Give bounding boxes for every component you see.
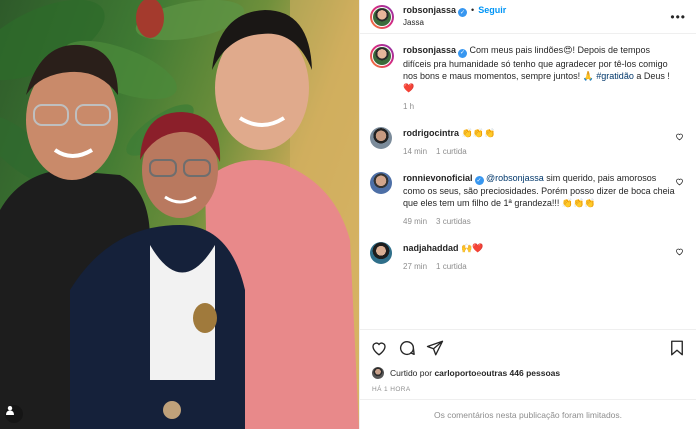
caption: robsonjassa ✓ Com meus pais lindões😍! Dep…: [370, 44, 686, 113]
verified-icon: ✓: [474, 176, 484, 185]
comment-time[interactable]: 49 min: [403, 217, 427, 226]
post-dialog: robsonjassa ✓ • Seguir Jassa ••• robsonjass…: [0, 0, 696, 429]
verified-icon: ✓: [458, 8, 468, 18]
liked-by-user[interactable]: carloporto: [434, 368, 476, 378]
post-time[interactable]: HÁ 1 HORA: [360, 381, 696, 399]
commenter-avatar[interactable]: [370, 126, 392, 149]
commenter-username[interactable]: nadjahaddad: [403, 243, 459, 253]
paper-plane-icon[interactable]: [426, 339, 444, 357]
comment-item: rodrigocintra 👏👏👏 14 min 1 curtida: [370, 126, 686, 158]
comment-text: rodrigocintra 👏👏👏: [403, 127, 675, 139]
heart-icon[interactable]: [370, 339, 388, 357]
comment-item: nadjahaddad 🙌❤️ 27 min 1 curtida: [370, 242, 686, 273]
hashtag-link[interactable]: #gratidão: [596, 71, 634, 81]
caption-meta: 1 h: [403, 101, 675, 113]
comments-limited-notice: Os comentários nesta publicação foram li…: [360, 399, 696, 429]
heart-icon[interactable]: [675, 132, 684, 141]
heart-icon[interactable]: [675, 247, 684, 256]
comment-meta: 27 min 1 curtida: [403, 261, 675, 273]
post-header: robsonjassa ✓ • Seguir Jassa •••: [360, 0, 696, 34]
comment-icon[interactable]: [398, 339, 416, 357]
bookmark-icon[interactable]: [668, 339, 686, 357]
comment-time[interactable]: 14 min: [403, 147, 427, 156]
caption-username[interactable]: robsonjassa: [403, 45, 456, 55]
photo-illustration: [0, 0, 359, 429]
post-photo[interactable]: [0, 0, 359, 429]
person-tag-icon[interactable]: [5, 405, 23, 423]
commenter-avatar[interactable]: [370, 242, 392, 264]
more-options-icon[interactable]: •••: [670, 10, 686, 24]
comment-time[interactable]: 27 min: [403, 262, 427, 271]
comment-meta: 49 min 3 curtidas: [403, 216, 675, 228]
author-avatar[interactable]: [370, 4, 394, 29]
author-username[interactable]: robsonjassa: [403, 5, 456, 15]
liker-avatar[interactable]: [372, 367, 384, 379]
caption-time[interactable]: 1 h: [403, 102, 414, 111]
comment-text: nadjahaddad 🙌❤️: [403, 242, 675, 254]
verified-icon: ✓: [458, 48, 468, 58]
author-info: robsonjassa ✓ • Seguir Jassa: [403, 4, 506, 30]
comment-likes[interactable]: 1 curtida: [436, 262, 467, 271]
action-bar: [360, 329, 696, 365]
comment-likes[interactable]: 1 curtida: [436, 147, 467, 156]
comments-list[interactable]: robsonjassa ✓ Com meus pais lindões😍! Dep…: [360, 34, 696, 329]
post-location[interactable]: Jassa: [403, 17, 506, 29]
liked-by: Curtido por carloporto e outras 446 pess…: [360, 365, 696, 381]
commenter-username[interactable]: rodrigocintra: [403, 128, 459, 138]
heart-icon[interactable]: [675, 177, 684, 186]
mention-link[interactable]: @robsonjassa: [486, 173, 544, 183]
comment-body: 🙌❤️: [461, 243, 484, 253]
caption-text: robsonjassa ✓ Com meus pais lindões😍! Dep…: [403, 44, 675, 94]
comment-text: ronnievonoficial ✓ @robsonjassa sim queri…: [403, 172, 675, 210]
comment-likes[interactable]: 3 curtidas: [436, 217, 471, 226]
liked-by-others[interactable]: outras 446 pessoas: [481, 368, 560, 378]
comment-meta: 14 min 1 curtida: [403, 146, 675, 158]
commenter-username[interactable]: ronnievonoficial: [403, 173, 473, 183]
follow-button[interactable]: Seguir: [478, 5, 506, 15]
comment-item: ronnievonoficial ✓ @robsonjassa sim queri…: [370, 171, 686, 229]
commenter-avatar[interactable]: [370, 171, 392, 194]
post-side-panel: robsonjassa ✓ • Seguir Jassa ••• robsonjass…: [359, 0, 696, 429]
separator-dot: •: [471, 4, 475, 15]
caption-avatar[interactable]: [370, 44, 394, 68]
comment-body: 👏👏👏: [461, 127, 496, 138]
liked-by-prefix: Curtido por: [390, 368, 433, 378]
